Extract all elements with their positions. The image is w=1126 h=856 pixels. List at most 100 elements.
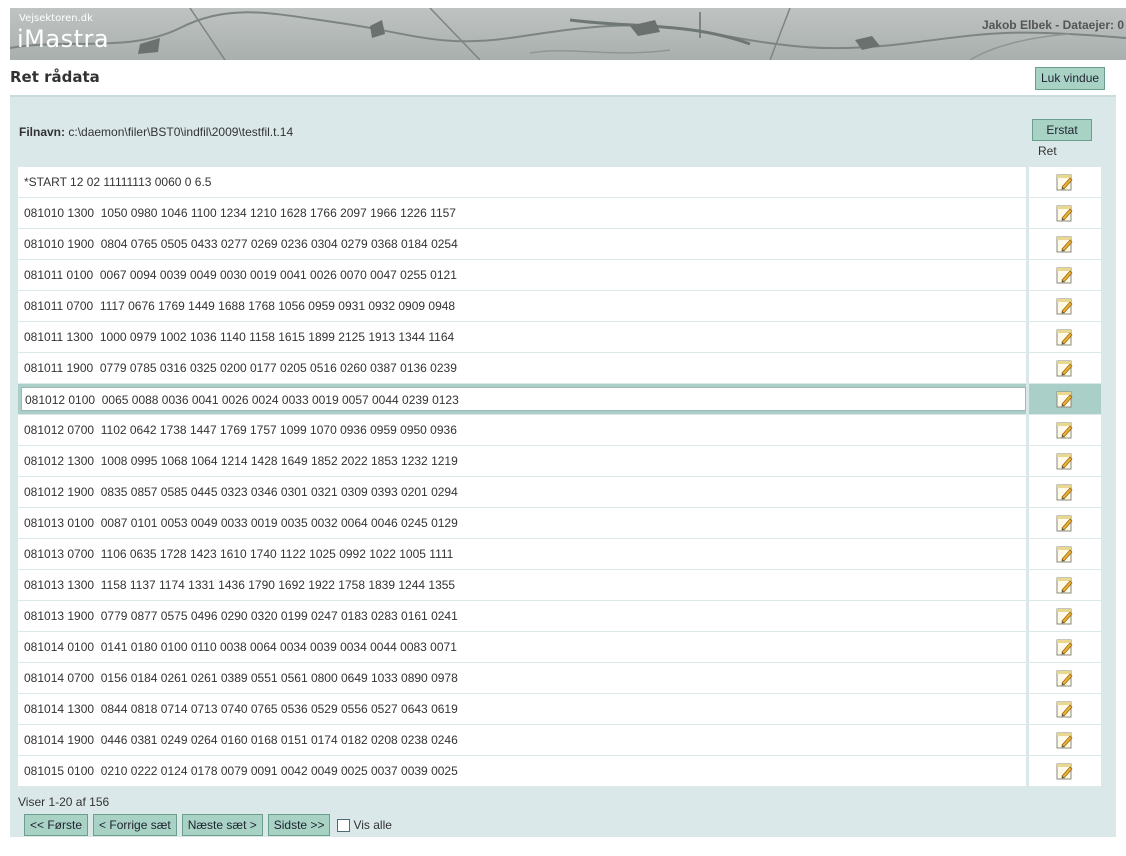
edit-icon[interactable] [1056,670,1074,687]
edit-cell [1029,725,1101,755]
edit-icon[interactable] [1056,515,1074,532]
table-row: 081013 1900 0779 0877 0575 0496 0290 032… [18,601,1101,632]
raw-data-panel: Filnavn: c:\daemon\filer\BST0\indfil\200… [10,95,1116,837]
edit-cell [1029,384,1101,414]
table-row: 081013 0700 1106 0635 1728 1423 1610 174… [18,539,1101,570]
row-text: 081013 0100 0087 0101 0053 0049 0033 001… [18,508,1026,538]
show-all-checkbox[interactable] [337,818,351,832]
edit-cell [1029,601,1101,631]
row-text: 081012 0700 1102 0642 1738 1447 1769 175… [18,415,1026,445]
table-row: 081011 0700 1117 0676 1769 1449 1688 176… [18,291,1101,322]
edit-icon[interactable] [1056,701,1074,718]
edit-cell [1029,508,1101,538]
filename-value: c:\daemon\filer\BST0\indfil\2009\testfil… [68,125,294,139]
row-text: 081013 0700 1106 0635 1728 1423 1610 174… [18,539,1026,569]
replace-button[interactable]: Erstat [1032,119,1092,141]
edit-cell [1029,570,1101,600]
edit-icon[interactable] [1056,732,1074,749]
row-input-value[interactable]: 081012 0100 0065 0088 0036 0041 0026 002… [21,387,1026,411]
table-row: 081011 0100 0067 0094 0039 0049 0030 001… [18,260,1101,291]
table-row: 081012 0700 1102 0642 1738 1447 1769 175… [18,415,1101,446]
table-row: 081012 1900 0835 0857 0585 0445 0323 034… [18,477,1101,508]
map-background-graphic [10,8,1126,60]
edit-cell [1029,322,1101,352]
site-name: Vejsektoren.dk [19,13,93,24]
edit-icon[interactable] [1056,422,1074,439]
previous-set-button[interactable]: < Forrige sæt [93,814,177,836]
edit-cell [1029,415,1101,445]
row-text: 081012 1300 1008 0995 1068 1064 1214 142… [18,446,1026,476]
edit-icon[interactable] [1056,174,1074,191]
show-all-label: Vis alle [353,818,392,832]
row-text: 081014 0700 0156 0184 0261 0261 0389 055… [18,663,1026,693]
edit-cell [1029,229,1101,259]
edit-cell [1029,477,1101,507]
edit-icon[interactable] [1056,298,1074,315]
header-banner: Vejsektoren.dk iMastra Jakob Elbek - Dat… [10,8,1126,60]
edit-cell [1029,260,1101,290]
edit-cell [1029,167,1101,197]
edit-icon[interactable] [1056,546,1074,563]
data-rows-list: *START 12 02 11111113 0060 0 6.5 081010 1… [18,167,1101,787]
close-window-button[interactable]: Luk vindue [1035,67,1106,90]
table-row: 081014 1300 0844 0818 0714 0713 0740 076… [18,694,1101,725]
table-row: 081014 0700 0156 0184 0261 0261 0389 055… [18,663,1101,694]
edit-cell [1029,756,1101,786]
edit-cell [1029,291,1101,321]
pagination-bar: << Første < Forrige sæt Næste sæt > Sids… [24,814,392,836]
edit-column-header: Ret [1038,144,1057,158]
table-row: 081012 0100 0065 0088 0036 0041 0026 002… [18,384,1101,415]
edit-icon[interactable] [1056,391,1074,408]
edit-icon[interactable] [1056,267,1074,284]
edit-icon[interactable] [1056,577,1074,594]
table-row: 081012 1300 1008 0995 1068 1064 1214 142… [18,446,1101,477]
table-row: *START 12 02 11111113 0060 0 6.5 [18,167,1101,198]
edit-icon[interactable] [1056,639,1074,656]
edit-cell [1029,539,1101,569]
edit-icon[interactable] [1056,763,1074,780]
edit-cell [1029,446,1101,476]
edit-icon[interactable] [1056,360,1074,377]
edit-icon[interactable] [1056,484,1074,501]
filename-line: Filnavn: c:\daemon\filer\BST0\indfil\200… [19,125,293,139]
table-row: 081013 1300 1158 1137 1174 1331 1436 179… [18,570,1101,601]
edit-cell [1029,353,1101,383]
edit-cell [1029,663,1101,693]
last-page-button[interactable]: Sidste >> [267,814,331,836]
edit-icon[interactable] [1056,608,1074,625]
row-text: *START 12 02 11111113 0060 0 6.5 [18,167,1026,197]
page-title: Ret rådata [10,68,100,86]
edit-icon[interactable] [1056,453,1074,470]
first-page-button[interactable]: << Første [24,814,89,836]
table-row: 081011 1900 0779 0785 0316 0325 0200 017… [18,353,1101,384]
row-text: 081011 1900 0779 0785 0316 0325 0200 017… [18,353,1026,383]
table-row: 081010 1300 1050 0980 1046 1100 1234 121… [18,198,1101,229]
row-text: 081010 1900 0804 0765 0505 0433 0277 026… [18,229,1026,259]
edit-icon[interactable] [1056,236,1074,253]
row-text: 081014 0100 0141 0180 0100 0110 0038 006… [18,632,1026,662]
app-logo-text: iMastra [17,25,110,53]
table-row: 081014 0100 0141 0180 0100 0110 0038 006… [18,632,1101,663]
edit-cell [1029,632,1101,662]
edit-cell [1029,694,1101,724]
table-row: 081011 1300 1000 0979 1002 1036 1140 115… [18,322,1101,353]
filename-label: Filnavn: [19,125,66,139]
table-row: 081015 0100 0210 0222 0124 0178 0079 009… [18,756,1101,787]
row-text: 081014 1300 0844 0818 0714 0713 0740 076… [18,694,1026,724]
table-row: 081014 1900 0446 0381 0249 0264 0160 016… [18,725,1101,756]
row-text: 081013 1900 0779 0877 0575 0496 0290 032… [18,601,1026,631]
row-text: 081011 0100 0067 0094 0039 0049 0030 001… [18,260,1026,290]
row-text: 081010 1300 1050 0980 1046 1100 1234 121… [18,198,1026,228]
row-edit-input[interactable]: 081012 0100 0065 0088 0036 0041 0026 002… [18,384,1026,414]
next-set-button[interactable]: Næste sæt > [181,814,263,836]
row-text: 081012 1900 0835 0857 0585 0445 0323 034… [18,477,1026,507]
row-text: 081011 1300 1000 0979 1002 1036 1140 115… [18,322,1026,352]
edit-icon[interactable] [1056,329,1074,346]
row-text: 081014 1900 0446 0381 0249 0264 0160 016… [18,725,1026,755]
row-text: 081015 0100 0210 0222 0124 0178 0079 009… [18,756,1026,786]
row-text: 081011 0700 1117 0676 1769 1449 1688 176… [18,291,1026,321]
row-text: 081013 1300 1158 1137 1174 1331 1436 179… [18,570,1026,600]
table-row: 081010 1900 0804 0765 0505 0433 0277 026… [18,229,1101,260]
edit-icon[interactable] [1056,205,1074,222]
edit-cell [1029,198,1101,228]
